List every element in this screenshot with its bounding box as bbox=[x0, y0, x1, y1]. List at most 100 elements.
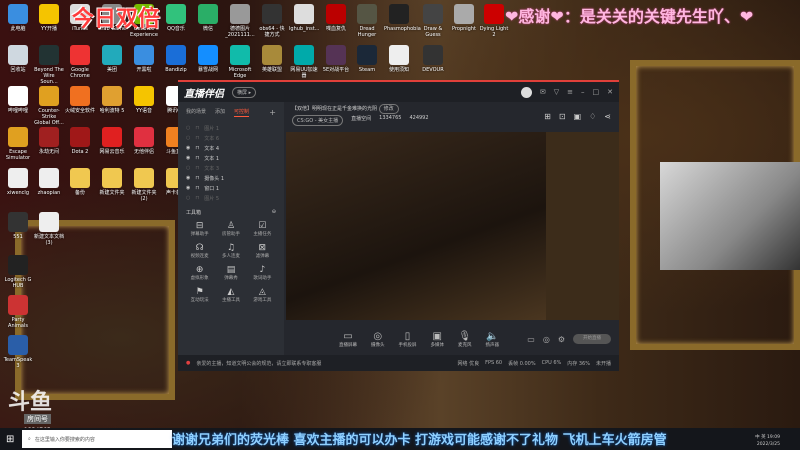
desktop-icon[interactable]: Escape Simulator bbox=[3, 127, 33, 161]
lock-icon[interactable]: ⊓ bbox=[195, 195, 199, 201]
desktop-icon[interactable]: Counter-Strike Global Off... bbox=[34, 86, 64, 126]
desktop-icon[interactable]: Propnight bbox=[449, 4, 479, 32]
add-scene-button[interactable]: + bbox=[269, 108, 276, 117]
tab-controls[interactable]: 可控制 bbox=[234, 108, 250, 117]
source-control[interactable]: 🎙 麦克风 bbox=[458, 331, 472, 348]
desktop-icon[interactable]: 永劫无间 bbox=[34, 127, 64, 155]
eye-icon[interactable]: ○ bbox=[186, 125, 190, 131]
settings-icon[interactable]: ▽ bbox=[554, 88, 559, 96]
source-control[interactable]: ▯ 手机投屏 bbox=[399, 331, 417, 348]
desktop-icon[interactable]: Dota 2 bbox=[65, 127, 95, 155]
desktop-icon[interactable]: lghub_inst... bbox=[289, 4, 319, 32]
tool-item[interactable]: ⚑ 互动玩法 bbox=[184, 287, 215, 303]
eye-icon[interactable]: ◉ bbox=[186, 175, 190, 181]
desktop-icon[interactable]: 回收站 bbox=[3, 45, 33, 73]
source-control[interactable]: ▣ 多媒体 bbox=[431, 331, 445, 348]
lock-icon[interactable]: ⊓ bbox=[195, 145, 199, 151]
tool-item[interactable]: ♙ 房管助手 bbox=[215, 221, 246, 237]
desktop-icon[interactable]: Party Animals bbox=[3, 295, 33, 329]
desktop-icon[interactable]: 备份 bbox=[65, 168, 95, 196]
lock-icon[interactable]: ⊓ bbox=[195, 135, 199, 141]
desktop-icon[interactable]: Phasmophobia bbox=[384, 4, 421, 32]
share-icon[interactable]: ⋖ bbox=[604, 112, 611, 121]
desktop-icon[interactable]: 微信 bbox=[193, 4, 223, 32]
desktop-icon[interactable]: 暴雪战网 bbox=[193, 45, 223, 73]
mail-icon[interactable]: ✉ bbox=[540, 88, 546, 96]
share-link[interactable]: 直播空间 bbox=[351, 115, 371, 126]
start-live-button[interactable]: 开始直播 bbox=[573, 334, 611, 344]
tab-add[interactable]: 添加 bbox=[215, 108, 225, 117]
desktop-icon[interactable]: 火绒安全软件 bbox=[65, 86, 95, 114]
category-button[interactable]: CS:GO - 美女主播 bbox=[292, 115, 344, 126]
eye-icon[interactable]: ◉ bbox=[186, 155, 190, 161]
layer-item[interactable]: ◉ ⊓ 窗口 1 bbox=[178, 183, 284, 193]
desktop-icon[interactable]: Steam bbox=[352, 45, 382, 73]
desktop-icon[interactable]: YY开播 bbox=[34, 4, 64, 32]
desktop-icon[interactable]: TeamSpeak 3 bbox=[3, 335, 33, 369]
desktop-icon[interactable]: YY语音 bbox=[129, 86, 159, 114]
desktop-icon[interactable]: Google Chrome bbox=[65, 45, 95, 79]
desktop-icon[interactable]: 5E对战平台 bbox=[321, 45, 351, 73]
layer-item[interactable]: ○ ⊓ 文本 3 bbox=[178, 163, 284, 173]
gear-icon[interactable]: ⚙ bbox=[558, 335, 565, 344]
stream-preview[interactable] bbox=[286, 132, 546, 320]
avatar[interactable] bbox=[520, 86, 532, 98]
desktop-icon[interactable]: DEVOUR bbox=[418, 45, 448, 73]
eye-icon[interactable]: ○ bbox=[186, 195, 190, 201]
tool-item[interactable]: ◬ 游戏工具 bbox=[247, 287, 278, 303]
desktop-icon[interactable]: 新建文件夹 bbox=[97, 168, 127, 196]
system-tray[interactable]: 中 英 19:09 2022/3/25 bbox=[755, 434, 780, 448]
menu-icon[interactable]: ≡ bbox=[567, 88, 573, 96]
eye-icon[interactable]: ◎ bbox=[543, 335, 550, 344]
desktop-icon[interactable]: 新建文本文档 (3) bbox=[34, 212, 64, 246]
record-icon[interactable]: ▭ bbox=[527, 335, 535, 344]
layer-item[interactable]: ◉ ⊓ 文本 4 bbox=[178, 143, 284, 153]
desktop-icon[interactable]: 哈利波特 5 bbox=[97, 86, 127, 114]
layer-item[interactable]: ○ ⊓ 文本 6 bbox=[178, 133, 284, 143]
desktop-icon[interactable]: QQ音乐 bbox=[161, 4, 191, 32]
desktop-icon[interactable]: Microsoft Edge bbox=[225, 45, 255, 79]
desktop-icon[interactable]: 开黑啦 bbox=[129, 45, 159, 73]
layer-item[interactable]: ◉ ⊓ 文本 1 bbox=[178, 153, 284, 163]
eye-icon[interactable]: ○ bbox=[186, 165, 190, 171]
eye-icon[interactable]: ○ bbox=[186, 135, 190, 141]
desktop-icon[interactable]: 此电脑 bbox=[3, 4, 33, 32]
lock-icon[interactable]: ⊓ bbox=[195, 185, 199, 191]
edit-title-button[interactable]: 修改 bbox=[378, 104, 399, 114]
lock-icon[interactable]: ⊓ bbox=[195, 175, 199, 181]
lock-icon[interactable]: ⊡ bbox=[559, 112, 566, 121]
lock-icon[interactable]: ⊓ bbox=[195, 125, 199, 131]
layer-item[interactable]: ○ ⊓ 图片 5 bbox=[178, 193, 284, 203]
desktop-icon[interactable]: 新建文件夹 (2) bbox=[129, 168, 159, 202]
desktop-icon[interactable]: Beyond The Wire Soun... bbox=[34, 45, 64, 85]
desktop-icon[interactable]: 网易UU加速器 bbox=[289, 45, 319, 79]
gift-icon[interactable]: ⊞ bbox=[544, 112, 551, 121]
collapse-icon[interactable]: ⊖ bbox=[272, 209, 276, 215]
windows-start-icon[interactable]: ⊞ bbox=[6, 434, 14, 445]
desktop-icon[interactable]: 551 bbox=[3, 212, 33, 240]
tool-item[interactable]: ♪ 歌词助手 bbox=[247, 265, 278, 281]
lock-icon[interactable]: ⊓ bbox=[195, 165, 199, 171]
desktop-icon[interactable]: 美团 bbox=[97, 45, 127, 73]
close-icon[interactable]: ✕ bbox=[607, 88, 613, 96]
tool-item[interactable]: ⊠ 滤弹幕 bbox=[247, 243, 278, 259]
bell-icon[interactable]: ♢ bbox=[589, 112, 596, 121]
tool-item[interactable]: ☊ 视频连麦 bbox=[184, 243, 215, 259]
lock-icon[interactable]: ⊓ bbox=[195, 155, 199, 161]
desktop-icon[interactable]: obs64 - 快捷方式 bbox=[257, 4, 287, 38]
desktop-icon[interactable]: Logitech G HUB bbox=[3, 255, 33, 289]
tool-item[interactable]: ☑ 主播任务 bbox=[247, 221, 278, 237]
desktop-icon[interactable]: Dread Hunger bbox=[352, 4, 382, 38]
layer-item[interactable]: ○ ⊓ 图片 1 bbox=[178, 123, 284, 133]
tool-item[interactable]: ◭ 主播工具 bbox=[215, 287, 246, 303]
tool-item[interactable]: ♫ 多人连麦 bbox=[215, 243, 246, 259]
layer-item[interactable]: ◉ ⊓ 摄像头 1 bbox=[178, 173, 284, 183]
taskbar-search[interactable]: ⌕ 在这里输入你要搜索的内容 bbox=[22, 430, 172, 448]
source-control[interactable]: 🔈 扬声器 bbox=[486, 331, 500, 348]
source-control[interactable]: ◎ 摄像头 bbox=[371, 331, 385, 348]
desktop-icon[interactable]: 使用须知 bbox=[384, 45, 414, 73]
desktop-icon[interactable]: Bandizip bbox=[161, 45, 191, 73]
desktop-icon[interactable]: xiwenclg bbox=[3, 168, 33, 196]
stream-title[interactable]: 【双倍】明明现在正是千金难换的光阴 bbox=[292, 106, 377, 112]
maximize-icon[interactable]: □ bbox=[593, 88, 600, 96]
